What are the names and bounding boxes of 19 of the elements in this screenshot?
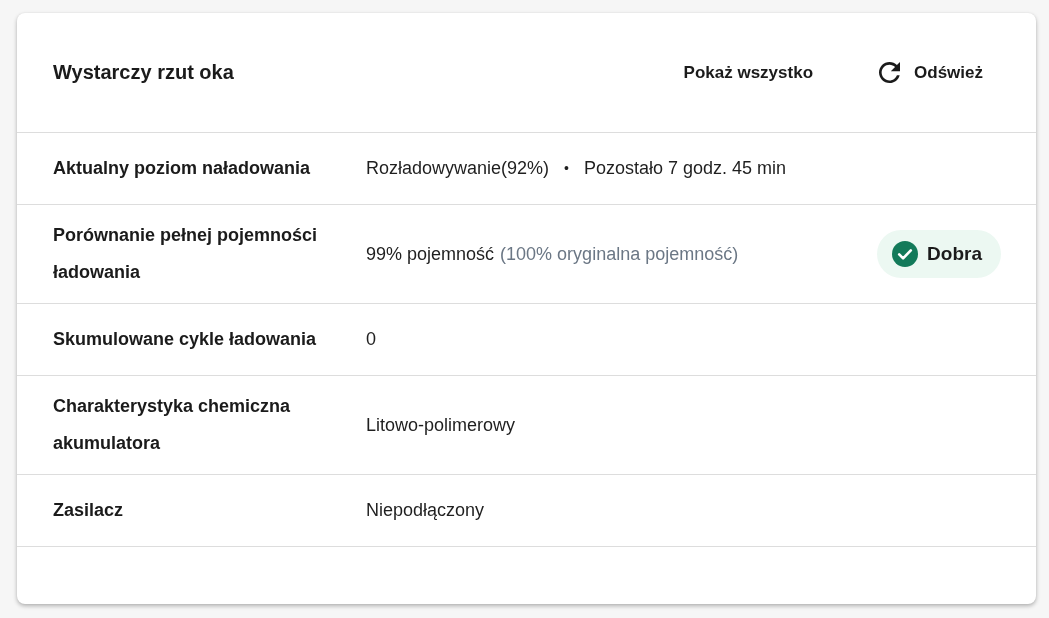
value-text: Litowo-polimerowy bbox=[366, 413, 516, 437]
refresh-button[interactable]: Odśwież bbox=[879, 62, 983, 83]
row-label: Aktualny poziom naładowania bbox=[53, 157, 312, 180]
value-text: 0 bbox=[366, 328, 376, 351]
check-circle-icon bbox=[892, 241, 919, 267]
value-text: Pozostało 7 godz. 45 min bbox=[584, 157, 787, 180]
value-text: Rozładowywanie(92%) bbox=[366, 157, 550, 180]
value-text: 99% pojemność bbox=[366, 242, 495, 266]
note-text: (100% oryginalna pojemność) bbox=[500, 242, 739, 266]
card-title: Wystarczy rzut oka bbox=[53, 61, 234, 84]
row-label: Porównanie pełnej pojemności ładowania bbox=[53, 224, 319, 284]
row-label: Zasilacz bbox=[53, 499, 125, 522]
bullet-separator: • bbox=[564, 159, 569, 178]
value-text: Niepodłączony bbox=[366, 499, 485, 522]
status-badge: Dobra bbox=[877, 230, 1001, 278]
show-all-button[interactable]: Pokaż wszystko bbox=[683, 62, 814, 83]
row-label: Skumulowane cykle ładowania bbox=[53, 328, 318, 351]
refresh-icon bbox=[879, 62, 901, 83]
row-label: Charakterystyka chemiczna akumulatora bbox=[53, 395, 292, 455]
